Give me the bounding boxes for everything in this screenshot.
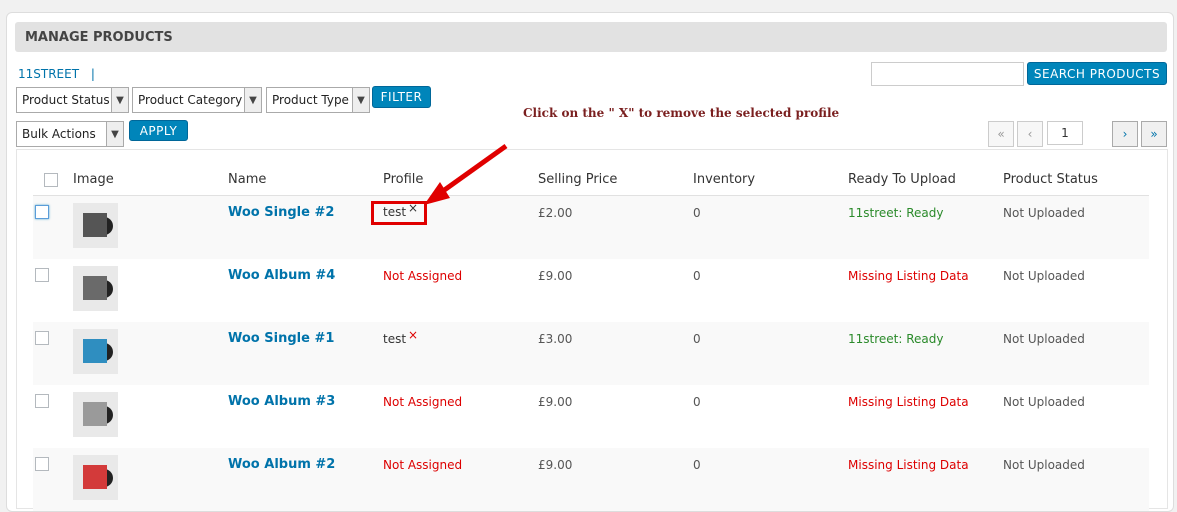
annotation-arrow-icon bbox=[424, 143, 508, 205]
